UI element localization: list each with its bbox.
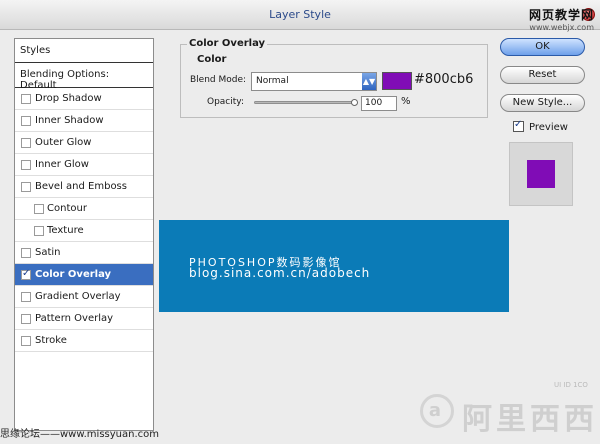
preview-label: Preview xyxy=(529,122,568,133)
style-item-label: Stroke xyxy=(35,335,67,346)
style-item-label: Texture xyxy=(47,225,84,236)
watermark-top: 网页教学网 www.webjx.com xyxy=(529,6,594,32)
blend-mode-value: Normal xyxy=(256,76,289,86)
style-item-stroke[interactable]: Stroke xyxy=(15,330,153,352)
checkbox-icon[interactable] xyxy=(34,204,44,214)
checkbox-icon[interactable] xyxy=(21,138,31,148)
watermark-bottom-right-text: 阿里西西 xyxy=(462,402,598,437)
preview-swatch xyxy=(527,160,555,188)
window-title: Layer Style xyxy=(269,8,331,21)
watermark-top-line2: www.webjx.com xyxy=(529,23,594,32)
blending-options-item[interactable]: Blending Options: Default xyxy=(15,63,153,91)
style-item-color-overlay[interactable]: Color Overlay xyxy=(15,264,153,286)
chevron-updown-icon[interactable]: ▲▼ xyxy=(362,73,376,90)
style-item-label: Pattern Overlay xyxy=(35,313,114,324)
checkbox-icon[interactable] xyxy=(21,248,31,258)
style-item-label: Inner Glow xyxy=(35,159,89,170)
ok-button[interactable]: OK xyxy=(500,38,585,56)
watermark-top-line1: 网页教学网 xyxy=(528,8,594,22)
color-hex-label: #800cb6 xyxy=(414,72,474,87)
blend-mode-label: Blend Mode: xyxy=(190,75,247,85)
checkbox-icon[interactable] xyxy=(34,226,44,236)
checkbox-icon[interactable] xyxy=(21,314,31,324)
style-item-label: Inner Shadow xyxy=(35,115,104,126)
style-item-gradient-overlay[interactable]: Gradient Overlay xyxy=(15,286,153,308)
opacity-slider[interactable] xyxy=(254,101,354,104)
opacity-unit: % xyxy=(401,96,411,107)
style-item-label: Outer Glow xyxy=(35,137,92,148)
style-item-contour[interactable]: Contour xyxy=(15,198,153,220)
style-item-pattern-overlay[interactable]: Pattern Overlay xyxy=(15,308,153,330)
at-logo-icon: a xyxy=(420,394,454,428)
color-swatch[interactable] xyxy=(382,72,412,90)
preview-checkbox[interactable] xyxy=(513,119,524,132)
opacity-slider-thumb[interactable] xyxy=(351,99,358,106)
checkbox-icon[interactable] xyxy=(21,336,31,346)
blend-mode-select[interactable]: Normal ▲▼ xyxy=(251,72,377,91)
styles-header[interactable]: Styles xyxy=(15,39,153,63)
checkbox-icon[interactable] xyxy=(21,182,31,192)
style-item-label: Color Overlay xyxy=(35,269,112,280)
checkbox-icon[interactable] xyxy=(21,292,31,302)
style-item-label: Satin xyxy=(35,247,61,258)
opacity-label: Opacity: xyxy=(207,97,244,107)
checkbox-checked-icon[interactable] xyxy=(21,268,31,280)
preview-thumbnail xyxy=(509,142,573,206)
style-item-outer-glow[interactable]: Outer Glow xyxy=(15,132,153,154)
watermark-bottom-left: 思缘论坛——www.missyuan.com xyxy=(0,429,159,440)
opacity-input[interactable]: 100 xyxy=(361,96,397,111)
style-item-drop-shadow[interactable]: Drop Shadow xyxy=(15,88,153,110)
watermark-bottom-right: a 阿里西西 xyxy=(420,388,598,438)
style-item-satin[interactable]: Satin xyxy=(15,242,153,264)
style-item-label: Gradient Overlay xyxy=(35,291,121,302)
style-item-label: Drop Shadow xyxy=(35,93,102,104)
title-bar: Layer Style xyxy=(0,0,600,30)
color-overlay-title: Color Overlay xyxy=(187,38,268,49)
style-item-label: Contour xyxy=(47,203,87,214)
style-item-inner-glow[interactable]: Inner Glow xyxy=(15,154,153,176)
style-item-texture[interactable]: Texture xyxy=(15,220,153,242)
checkbox-icon[interactable] xyxy=(21,160,31,170)
style-item-bevel-emboss[interactable]: Bevel and Emboss xyxy=(15,176,153,198)
new-style-button[interactable]: New Style... xyxy=(500,94,585,112)
style-item-inner-shadow[interactable]: Inner Shadow xyxy=(15,110,153,132)
checkbox-icon[interactable] xyxy=(21,116,31,126)
styles-panel: Styles Blending Options: Default Drop Sh… xyxy=(14,38,154,431)
checkbox-icon[interactable] xyxy=(21,94,31,104)
color-section-title: Color xyxy=(197,54,227,65)
banner-line2: blog.sina.com.cn/adobech xyxy=(189,266,371,280)
style-item-label: Bevel and Emboss xyxy=(35,181,127,192)
reset-button[interactable]: Reset xyxy=(500,66,585,84)
